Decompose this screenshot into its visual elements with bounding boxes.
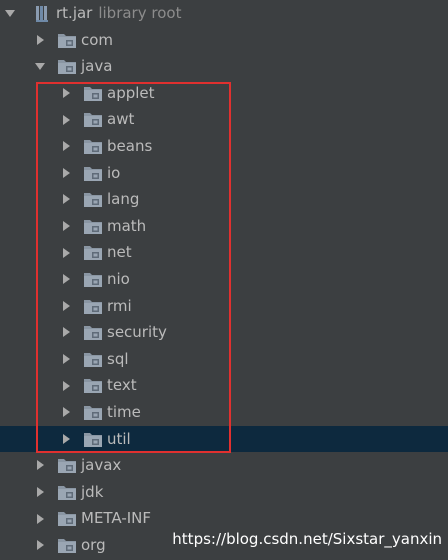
tree-row-package[interactable]: jdk	[0, 479, 448, 506]
package-label: text	[107, 376, 137, 395]
chevron-right-icon[interactable]	[33, 452, 47, 479]
package-folder-icon	[57, 537, 77, 554]
tree-row-package[interactable]: META-INF	[0, 505, 448, 532]
package-label: security	[107, 323, 167, 342]
chevron-right-icon[interactable]	[33, 27, 47, 54]
tree-row-package[interactable]: applet	[0, 80, 448, 107]
tree-row-package[interactable]: nio	[0, 266, 448, 293]
tree-row-package[interactable]: lang	[0, 186, 448, 213]
chevron-right-icon[interactable]	[59, 80, 73, 107]
package-folder-icon	[57, 58, 77, 75]
package-label: util	[107, 429, 131, 448]
package-label: nio	[107, 269, 130, 288]
package-folder-icon	[83, 377, 103, 394]
package-folder-icon	[57, 510, 77, 527]
project-tree: rt.jar library root com java applet awt beans…	[0, 0, 448, 558]
chevron-right-icon[interactable]	[59, 160, 73, 187]
package-folder-icon	[83, 298, 103, 315]
tree-row-package[interactable]: beans	[0, 133, 448, 160]
package-folder-icon	[57, 457, 77, 474]
jar-icon	[34, 5, 52, 22]
package-folder-icon	[83, 351, 103, 368]
package-label: awt	[107, 110, 135, 129]
package-folder-icon	[83, 324, 103, 341]
tree-row-package[interactable]: io	[0, 160, 448, 187]
root-name: rt.jar	[56, 4, 93, 22]
tree-row-package[interactable]: com	[0, 27, 448, 54]
tree-root-label: rt.jar library root	[56, 0, 181, 27]
tree-row-package[interactable]: awt	[0, 106, 448, 133]
chevron-right-icon[interactable]	[59, 346, 73, 373]
package-folder-icon	[57, 484, 77, 501]
tree-row-package[interactable]: util	[0, 425, 448, 453]
chevron-down-icon[interactable]	[33, 53, 47, 80]
chevron-right-icon[interactable]	[59, 239, 73, 266]
chevron-right-icon[interactable]	[33, 532, 47, 559]
tree-row-root[interactable]: rt.jar library root	[0, 0, 448, 27]
tree-row-package[interactable]: sql	[0, 346, 448, 373]
package-label: applet	[107, 83, 155, 102]
chevron-down-icon[interactable]	[3, 0, 17, 27]
tree-row-package[interactable]: rmi	[0, 293, 448, 320]
package-label: lang	[107, 190, 140, 209]
tree-row-package[interactable]: java	[0, 53, 448, 80]
watermark: https://blog.csdn.net/Sixstar_yanxin	[172, 530, 442, 548]
package-label: io	[107, 163, 121, 182]
package-folder-icon	[57, 32, 77, 49]
package-label: javax	[81, 456, 122, 475]
package-label: org	[81, 535, 106, 554]
chevron-right-icon[interactable]	[59, 426, 73, 453]
chevron-right-icon[interactable]	[59, 399, 73, 426]
package-label: META-INF	[81, 509, 152, 528]
package-label: com	[81, 30, 114, 49]
package-label: rmi	[107, 296, 132, 315]
root-suffix: library root	[98, 4, 182, 22]
package-folder-icon	[83, 85, 103, 102]
chevron-right-icon[interactable]	[59, 213, 73, 240]
chevron-right-icon[interactable]	[59, 106, 73, 133]
package-folder-icon	[83, 431, 103, 448]
package-label: beans	[107, 136, 153, 155]
tree-row-package[interactable]: text	[0, 372, 448, 399]
package-folder-icon	[83, 244, 103, 261]
tree-row-package[interactable]: time	[0, 399, 448, 426]
chevron-right-icon[interactable]	[59, 266, 73, 293]
chevron-right-icon[interactable]	[33, 505, 47, 532]
chevron-right-icon[interactable]	[59, 372, 73, 399]
chevron-right-icon[interactable]	[59, 319, 73, 346]
package-folder-icon	[83, 165, 103, 182]
chevron-right-icon[interactable]	[33, 479, 47, 506]
tree-row-package[interactable]: javax	[0, 452, 448, 479]
chevron-right-icon[interactable]	[59, 133, 73, 160]
package-folder-icon	[83, 138, 103, 155]
package-folder-icon	[83, 218, 103, 235]
package-folder-icon	[83, 191, 103, 208]
chevron-right-icon[interactable]	[59, 293, 73, 320]
chevron-right-icon[interactable]	[59, 186, 73, 213]
package-label: jdk	[81, 482, 104, 501]
package-folder-icon	[83, 111, 103, 128]
package-folder-icon	[83, 271, 103, 288]
tree-row-package[interactable]: security	[0, 319, 448, 346]
package-label: time	[107, 402, 141, 421]
package-folder-icon	[83, 404, 103, 421]
package-label: sql	[107, 349, 129, 368]
package-label: java	[81, 57, 113, 76]
tree-row-package[interactable]: math	[0, 213, 448, 240]
package-label: math	[107, 216, 147, 235]
package-label: net	[107, 243, 132, 262]
tree-row-package[interactable]: net	[0, 239, 448, 266]
